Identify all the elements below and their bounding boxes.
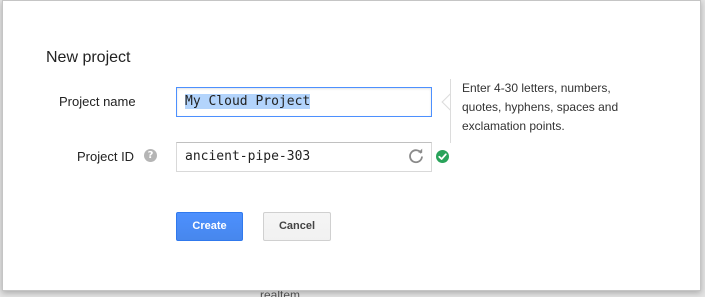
project-id-value: ancient-pipe-303 <box>185 149 311 164</box>
project-id-label: Project ID <box>77 149 135 164</box>
project-id-input[interactable]: ancient-pipe-303 <box>176 142 432 172</box>
refresh-icon[interactable] <box>407 147 425 165</box>
new-project-dialog: New project Project name My Cloud Projec… <box>2 0 701 291</box>
dialog-title: New project <box>46 49 131 66</box>
page: realtem New project Project name My Clou… <box>0 0 705 297</box>
hint-line: Enter 4-30 letters, numbers, <box>462 81 611 95</box>
hint-line: exclamation points. <box>462 119 565 133</box>
cancel-button[interactable]: Cancel <box>263 212 331 241</box>
check-circle-icon <box>436 150 449 163</box>
hint-line: quotes, hyphens, spaces and <box>462 100 619 114</box>
question-icon[interactable]: ? <box>144 149 157 162</box>
create-button[interactable]: Create <box>176 212 243 241</box>
project-name-hint: Enter 4-30 letters, numbers, quotes, hyp… <box>450 79 650 143</box>
project-name-label: Project name <box>59 94 136 109</box>
project-name-value: My Cloud Project <box>185 94 311 109</box>
project-name-input[interactable]: My Cloud Project <box>176 87 432 117</box>
